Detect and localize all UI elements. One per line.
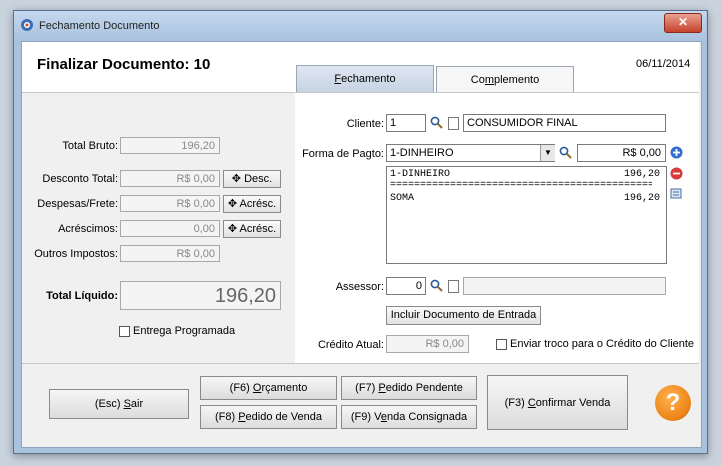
tab-fechamento[interactable]: Fechamento: [296, 65, 434, 92]
confirmar-venda-button-hotkey: C: [527, 397, 536, 409]
pedido-venda-button[interactable]: (F8) Pedido de Venda: [200, 405, 337, 429]
assessor-label: Assessor:: [335, 281, 384, 293]
desconto-total-label: Desconto Total:: [42, 173, 118, 185]
list-separator: ========================================…: [390, 180, 652, 191]
acrescimos-field: 0,00: [120, 220, 220, 237]
entrega-programada-checkbox[interactable]: [119, 326, 130, 337]
tab-complemento-label-pre: Co: [470, 74, 485, 86]
list-item-desc: 1-DINHEIRO: [390, 169, 451, 180]
pedido-pendente-button-hotkey: P: [378, 382, 386, 394]
acresc-frete-button[interactable]: ✥ Acrésc.: [223, 195, 281, 213]
move-icon: ✥: [227, 198, 240, 210]
list-icon[interactable]: [670, 187, 683, 203]
confirmar-venda-button-label: onfirmar Venda: [535, 397, 611, 409]
forma-pagto-label: Forma de Pagto:: [302, 148, 384, 160]
search-icon[interactable]: [559, 146, 572, 162]
sair-button-hotkey: S: [123, 398, 131, 410]
sair-button-prefix: (Esc): [94, 398, 124, 410]
window-title: Fechamento Documento: [39, 20, 160, 32]
venda-consignada-button[interactable]: (F9) Venda Consignada: [341, 405, 477, 429]
orcamento-button-label: rçamento: [261, 382, 308, 394]
tab-complemento-hotkey: m: [484, 74, 494, 86]
desc-button[interactable]: ✥ Desc.: [223, 170, 281, 188]
app-icon: [20, 18, 34, 32]
venda-consignada-button-prefix: (F9) V: [350, 411, 381, 423]
total-bruto-field: 196,20: [120, 137, 220, 154]
despesas-frete-label: Despesas/Frete:: [37, 198, 118, 210]
enviar-troco-checkbox[interactable]: [496, 339, 507, 350]
pedido-pendente-button[interactable]: (F7) Pedido Pendente: [341, 376, 477, 400]
forma-pagto-selected: 1-DINHEIRO: [390, 147, 454, 159]
assessor-name-field: [463, 277, 666, 295]
orcamento-button-prefix: (F6): [229, 382, 253, 394]
assessor-code-input[interactable]: 0: [386, 277, 426, 295]
total-liquido-label: Total Líquido:: [46, 290, 118, 302]
list-item-value: 196,20: [623, 169, 660, 180]
list-item: 1-DINHEIRO 196,20: [390, 169, 660, 180]
list-item: SOMA 196,20: [390, 193, 660, 204]
search-icon[interactable]: [430, 116, 443, 132]
document-icon[interactable]: [448, 117, 459, 130]
move-icon: ✥: [231, 173, 245, 185]
help-icon[interactable]: ?: [655, 385, 691, 421]
close-button[interactable]: ✕: [664, 13, 702, 33]
total-liquido-field: 196,20: [120, 281, 281, 310]
tab-complemento-label: plemento: [493, 74, 540, 86]
acresc-button-label: Acrésc.: [239, 223, 277, 235]
list-item-desc: SOMA: [390, 193, 415, 204]
pedido-venda-button-prefix: (F8): [214, 411, 239, 423]
pedido-pendente-button-label: edido Pendente: [385, 382, 463, 394]
document-icon[interactable]: [448, 280, 459, 293]
pedido-venda-button-hotkey: P: [238, 411, 246, 423]
cliente-code-input[interactable]: 1: [386, 114, 426, 132]
list-item-value: 196,20: [623, 193, 660, 204]
pedido-pendente-button-prefix: (F7): [355, 382, 379, 394]
plus-circle-icon[interactable]: [670, 146, 683, 162]
orcamento-button[interactable]: (F6) Orçamento: [200, 376, 337, 400]
incluir-documento-button[interactable]: Incluir Documento de Entrada: [386, 306, 541, 325]
confirmar-venda-button[interactable]: (F3) Confirmar Venda: [487, 375, 628, 430]
despesas-frete-field: R$ 0,00: [120, 195, 220, 212]
outros-impostos-label: Outros Impostos:: [34, 248, 118, 260]
pedido-venda-button-label: edido de Venda: [245, 411, 323, 423]
confirmar-venda-button-prefix: (F3): [504, 397, 528, 409]
cliente-name-field[interactable]: CONSUMIDOR FINAL: [463, 114, 666, 132]
outros-impostos-field: R$ 0,00: [120, 245, 220, 262]
cliente-label: Cliente:: [346, 118, 384, 130]
document-date: 06/11/2014: [636, 58, 691, 70]
chevron-down-icon[interactable]: ▼: [540, 145, 555, 161]
desc-button-label: Desc.: [244, 173, 273, 185]
total-bruto-label: Total Bruto:: [62, 140, 118, 152]
tab-fechamento-label: echamento: [341, 73, 396, 85]
acresc-frete-button-label: Acrésc.: [239, 198, 277, 210]
credito-atual-label: Crédito Atual:: [317, 339, 384, 351]
acresc-button[interactable]: ✥ Acrésc.: [223, 220, 281, 238]
move-icon: ✥: [227, 223, 240, 235]
acrescimos-label: Acréscimos:: [58, 223, 118, 235]
enviar-troco-label: Enviar troco para o Crédito do Cliente: [510, 338, 695, 350]
credito-atual-field: R$ 0,00: [386, 335, 469, 353]
sair-button-label: air: [130, 398, 144, 410]
search-icon[interactable]: [430, 279, 443, 295]
page-title: Finalizar Documento: 10: [37, 56, 211, 73]
forma-pagto-select[interactable]: 1-DINHEIRO: [386, 144, 555, 162]
sair-button[interactable]: (Esc) Sair: [49, 389, 189, 419]
minus-circle-icon[interactable]: [670, 167, 683, 183]
tab-complemento[interactable]: Complemento: [436, 66, 574, 93]
entrega-programada-label: Entrega Programada: [133, 325, 236, 337]
pagto-amount-input[interactable]: R$ 0,00: [577, 144, 666, 162]
desconto-total-field: R$ 0,00: [120, 170, 220, 187]
venda-consignada-button-label: nda Consignada: [386, 411, 468, 423]
